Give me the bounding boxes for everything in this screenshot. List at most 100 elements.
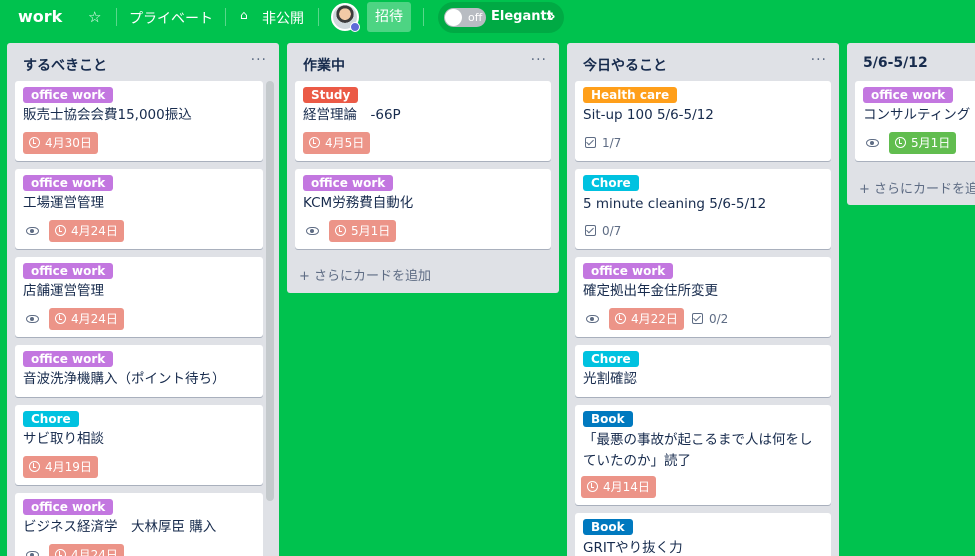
card-title: 5 minute cleaning 5/6-5/12 xyxy=(583,196,767,212)
divider xyxy=(116,8,117,26)
list-today: 今日やること ··· Health care Sit-up 100 5/6-5/… xyxy=(567,43,839,556)
checklist-badge: 1/7 xyxy=(585,136,621,150)
card-label: office work xyxy=(23,175,114,191)
card-label: office work xyxy=(23,351,114,367)
card-title-line: ていたのか」読了 xyxy=(583,453,691,469)
card-title: コンサルティング xyxy=(863,107,971,123)
due-date-badge[interactable]: 5月1日 xyxy=(329,220,397,242)
board-visibility-button[interactable]: 非公開 xyxy=(262,8,304,28)
checklist-icon xyxy=(692,313,703,324)
elegantt-extension[interactable]: off Elegantt » xyxy=(438,2,564,33)
card-label: office work xyxy=(23,87,114,103)
star-icon[interactable]: ☆ xyxy=(88,8,101,26)
lock-icon: ⌂ xyxy=(240,8,248,22)
clock-icon xyxy=(29,461,40,472)
card-label: office work xyxy=(23,263,114,279)
due-date: 5月1日 xyxy=(911,136,951,150)
card-label: Chore xyxy=(583,175,639,191)
eye-icon xyxy=(306,227,319,235)
eye-icon xyxy=(26,315,39,323)
list-week: 5/6-5/12 office work コンサルティング 5月1日 + さらに… xyxy=(847,43,975,205)
card[interactable]: Chore 5 minute cleaning 5/6-5/12 0/7 xyxy=(575,169,831,249)
card[interactable]: office work ビジネス経済学 大林厚臣 購入 4月24日 xyxy=(15,493,263,556)
checklist-badge: 0/2 xyxy=(692,312,728,326)
add-card-button[interactable]: + さらにカードを追加 xyxy=(299,265,431,284)
card-title: KCM労務費自動化 xyxy=(303,195,414,211)
due-date-badge[interactable]: 4月19日 xyxy=(23,456,98,478)
eye-icon xyxy=(866,139,879,147)
list-title[interactable]: 今日やること xyxy=(583,55,667,75)
card[interactable]: office work KCM労務費自動化 5月1日 xyxy=(295,169,551,249)
list-title[interactable]: するべきこと xyxy=(23,55,107,75)
divider xyxy=(423,8,424,26)
card-title: 確定拠出年金住所変更 xyxy=(583,283,718,299)
card-title: サビ取り相談 xyxy=(23,431,104,447)
card[interactable]: Chore 光割確認 xyxy=(575,345,831,397)
team-visibility-button[interactable]: プライベート xyxy=(129,8,213,28)
card-title: 工場運営管理 xyxy=(23,195,104,211)
checklist-icon xyxy=(585,137,596,148)
eye-icon xyxy=(26,551,39,556)
card[interactable]: office work 確定拠出年金住所変更 4月22日 0/2 xyxy=(575,257,831,337)
toggle-knob xyxy=(445,9,462,26)
due-date: 4月24日 xyxy=(71,548,118,556)
clock-icon xyxy=(615,313,626,324)
due-date: 4月19日 xyxy=(45,460,92,474)
elegantt-label: Elegantt xyxy=(491,9,553,24)
card-title: 経営理論 -66P xyxy=(303,107,401,123)
chevron-double-right-icon[interactable]: » xyxy=(546,7,556,25)
due-date: 4月24日 xyxy=(71,224,118,238)
toggle-state-label: off xyxy=(468,11,483,24)
card[interactable]: office work 店舗運営管理 4月24日 xyxy=(15,257,263,337)
board-header: work ☆ プライベート ⌂ 非公開 招待 off Elegantt » xyxy=(0,0,975,36)
board-title[interactable]: work xyxy=(18,7,62,26)
elegantt-toggle[interactable]: off xyxy=(444,8,486,27)
due-date: 4月14日 xyxy=(603,480,650,494)
list-todo: するべきこと ··· office work 販売士協会会費15,000振込 4… xyxy=(7,43,279,556)
list-menu-icon[interactable]: ··· xyxy=(811,52,827,68)
add-card-button[interactable]: + さらにカードを追 xyxy=(859,178,975,197)
list-menu-icon[interactable]: ··· xyxy=(251,52,267,68)
due-date-badge[interactable]: 4月5日 xyxy=(303,132,371,154)
card-label: Health care xyxy=(583,87,678,103)
due-date-badge[interactable]: 4月30日 xyxy=(23,132,98,154)
card[interactable]: Book GRITやり抜く力 xyxy=(575,513,831,556)
card-label: office work xyxy=(863,87,954,103)
due-date-badge[interactable]: 4月22日 xyxy=(609,308,684,330)
clock-icon xyxy=(309,137,320,148)
card[interactable]: Chore サビ取り相談 4月19日 xyxy=(15,405,263,485)
due-date-badge[interactable]: 4月14日 xyxy=(581,476,656,498)
divider xyxy=(318,8,319,26)
list-title[interactable]: 5/6-5/12 xyxy=(863,55,928,71)
list-menu-icon[interactable]: ··· xyxy=(531,52,547,68)
card-title: 販売士協会会費15,000振込 xyxy=(23,107,192,123)
card-title: GRITやり抜く力 xyxy=(583,540,683,556)
checklist-badge: 0/7 xyxy=(585,224,621,238)
checklist-count: 0/7 xyxy=(602,224,622,238)
card[interactable]: office work 販売士協会会費15,000振込 4月30日 xyxy=(15,81,263,161)
invite-button[interactable]: 招待 xyxy=(367,2,411,32)
card-title: ビジネス経済学 大林厚臣 購入 xyxy=(23,519,217,535)
card-title-line: 「最悪の事故が起こるまで人は何をし xyxy=(583,432,813,448)
card-label: Chore xyxy=(583,351,639,367)
list-title[interactable]: 作業中 xyxy=(303,55,345,75)
card[interactable]: Book 「最悪の事故が起こるまで人は何をし ていたのか」読了 4月14日 xyxy=(575,405,831,505)
due-date-badge[interactable]: 4月24日 xyxy=(49,220,124,242)
due-date-badge[interactable]: 4月24日 xyxy=(49,544,124,556)
card[interactable]: office work 工場運営管理 4月24日 xyxy=(15,169,263,249)
due-date-badge[interactable]: 5月1日 xyxy=(889,132,957,154)
card-label: Chore xyxy=(23,411,79,427)
due-date-badge[interactable]: 4月24日 xyxy=(49,308,124,330)
card-label: Book xyxy=(583,411,633,427)
list-scrollbar[interactable] xyxy=(266,81,274,501)
card[interactable]: office work 音波洗浄機購入（ポイント待ち） xyxy=(15,345,263,397)
card[interactable]: Study 経営理論 -66P 4月5日 xyxy=(295,81,551,161)
clock-icon xyxy=(55,313,66,324)
due-date: 5月1日 xyxy=(351,224,391,238)
checklist-icon xyxy=(585,225,596,236)
card-title: Sit-up 100 5/6-5/12 xyxy=(583,107,714,123)
card[interactable]: office work コンサルティング 5月1日 xyxy=(855,81,975,161)
card[interactable]: Health care Sit-up 100 5/6-5/12 1/7 xyxy=(575,81,831,161)
divider xyxy=(225,8,226,26)
card-label: office work xyxy=(303,175,394,191)
